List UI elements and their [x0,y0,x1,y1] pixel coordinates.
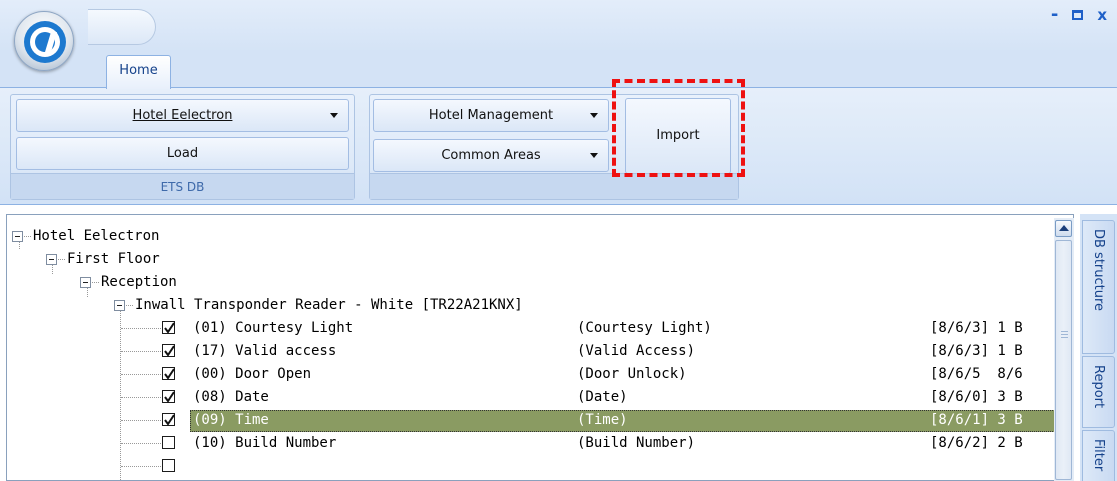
tab-report-label: Report [1091,365,1106,409]
application-menu-button[interactable] [14,11,74,71]
tree-scrollbar[interactable] [1054,218,1074,481]
tab-db-structure-label: DB structure [1091,229,1106,312]
title-bar: - x [0,0,1117,52]
app-logo-icon [24,21,66,63]
tab-home[interactable]: Home [106,55,171,89]
object-address: [8/6/1] 3 B [930,412,1023,428]
object-row-partial[interactable] [7,455,1057,478]
common-areas-dropdown[interactable]: Common Areas [373,139,609,172]
group-label-hotel [370,173,738,199]
quick-access-toolbar[interactable] [88,9,156,45]
ribbon-group-ets-db: Hotel Eelectron Load ETS DB [10,94,355,200]
object-function: (Courtesy Light) [577,320,712,336]
checkmark-icon [164,345,175,357]
object-row[interactable]: (17) Valid access (Valid Access) [8/6/3]… [7,340,1057,363]
tab-filter[interactable]: Filter [1082,430,1115,481]
object-row-selected[interactable]: (09) Time (Time) [8/6/1] 3 B [7,409,1057,432]
object-name: (09) Time [193,412,269,428]
tree-node-label: First Floor [67,251,160,267]
object-checkbox[interactable] [162,436,175,449]
tab-db-structure[interactable]: DB structure [1082,220,1115,354]
hotel-management-dropdown[interactable]: Hotel Management [373,99,609,132]
grip-icon [1061,331,1068,338]
object-function: (Valid Access) [577,343,696,359]
object-name: (10) Build Number [193,435,337,451]
import-button[interactable]: Import [625,98,731,174]
object-checkbox[interactable] [162,459,175,472]
object-row[interactable]: (00) Door Open (Door Unlock) [8/6/5 8/6 [7,363,1057,386]
object-checkbox[interactable] [162,344,175,357]
object-address: [8/6/5 8/6 [930,366,1023,382]
dropdown-arrow-icon [590,113,598,118]
hotel-select-dropdown[interactable]: Hotel Eelectron [16,99,349,132]
ribbon: Hotel Eelectron Load ETS DB Hotel Manage… [0,87,1117,205]
object-row[interactable]: (08) Date (Date) [8/6/0] 3 B [7,386,1057,409]
hotel-management-label: Hotel Management [428,108,554,123]
tree-node-label: Reception [101,274,177,290]
checkmark-icon [164,322,175,334]
collapse-icon[interactable] [46,254,57,265]
object-name: (01) Courtesy Light [193,320,354,336]
checkmark-icon [164,391,175,403]
db-structure-tree[interactable]: Hotel Eelectron First Floor Reception In… [6,214,1074,481]
object-checkbox[interactable] [162,390,175,403]
tab-report[interactable]: Report [1082,356,1115,428]
object-name: (00) Door Open [193,366,312,382]
tree-node-label: Inwall Transponder Reader - White [TR22A… [135,297,523,313]
object-checkbox[interactable] [162,321,175,334]
minimize-button[interactable]: - [1051,6,1058,24]
collapse-icon[interactable] [80,277,91,288]
collapse-icon[interactable] [12,231,23,242]
dropdown-arrow-icon [590,153,598,158]
side-tabs: DB structure Report Filter [1080,214,1117,481]
tree-node-room[interactable]: Reception [7,271,1057,294]
ribbon-tab-strip: Home [0,52,1117,89]
checkmark-icon [164,414,175,426]
object-function: (Door Unlock) [577,366,687,382]
object-function: (Time) [577,412,628,428]
collapse-icon[interactable] [114,300,125,311]
maximize-icon [1072,10,1084,20]
object-address: [8/6/2] 2 B [930,435,1023,451]
tree-node-floor[interactable]: First Floor [7,248,1057,271]
common-areas-label: Common Areas [441,148,541,163]
scroll-thumb[interactable] [1055,240,1072,480]
object-name: (17) Valid access [193,343,337,359]
dropdown-arrow-icon [330,113,338,118]
hotel-select-label: Hotel Eelectron [132,108,233,123]
maximize-button[interactable] [1072,7,1084,23]
tree-node-hotel[interactable]: Hotel Eelectron [7,225,1057,248]
scroll-up-icon[interactable] [1055,220,1072,237]
tab-filter-label: Filter [1091,439,1106,472]
object-checkbox[interactable] [162,367,175,380]
object-function: (Date) [577,389,628,405]
window-controls: - x [1051,6,1107,24]
checkmark-icon [164,368,175,380]
group-label-ets-db: ETS DB [11,173,354,199]
object-row[interactable]: (10) Build Number (Build Number) [8/6/2]… [7,432,1057,455]
object-address: [8/6/0] 3 B [930,389,1023,405]
close-button[interactable]: x [1097,7,1107,23]
object-address: [8/6/3] 1 B [930,320,1023,336]
object-name: (08) Date [193,389,269,405]
load-button[interactable]: Load [16,137,349,170]
object-checkbox[interactable] [162,413,175,426]
object-function: (Build Number) [577,435,696,451]
tree-node-device[interactable]: Inwall Transponder Reader - White [TR22A… [7,294,1057,317]
tree-node-label: Hotel Eelectron [33,228,160,244]
ribbon-group-hotel: Hotel Management Common Areas Import [369,94,739,200]
object-row[interactable]: (01) Courtesy Light (Courtesy Light) [8/… [7,317,1057,340]
object-address: [8/6/3] 1 B [930,343,1023,359]
